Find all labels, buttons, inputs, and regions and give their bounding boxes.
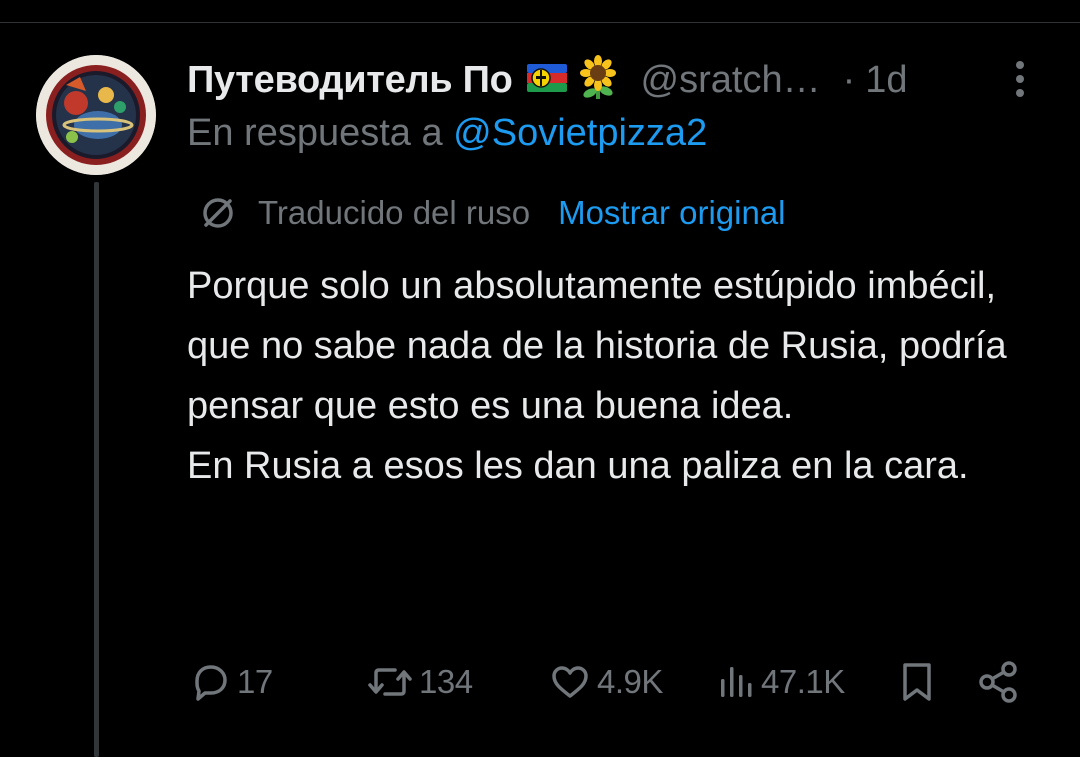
views-count: 47.1K	[761, 663, 845, 700]
reply-bubble-icon	[195, 665, 227, 701]
reply-button[interactable]: 17	[187, 654, 273, 710]
top-divider	[0, 22, 1080, 23]
heart-icon	[552, 666, 588, 698]
tweet-header: Путеводитель По @sratch… · 1d	[187, 52, 908, 108]
translate-globe-icon	[203, 198, 233, 228]
bookmark-button[interactable]	[899, 654, 935, 710]
tweet-body: Porque solo un absolutamente estúpido im…	[187, 256, 1037, 496]
translated-from-label: Traducido del ruso	[258, 194, 531, 231]
reply-prefix: En respuesta a	[187, 112, 443, 154]
repost-button[interactable]: 134	[365, 654, 473, 710]
like-count: 4.9K	[597, 663, 663, 700]
reply-mention-link[interactable]: @Sovietpizza2	[453, 112, 707, 154]
tweet-text-paragraph: En Rusia a esos les dan una paliza en la…	[187, 445, 969, 487]
tweet-text-paragraph: Porque solo un absolutamente estúpido im…	[187, 265, 1007, 427]
views-button[interactable]: 47.1K	[717, 654, 845, 710]
translation-bar: Traducido del ruso Mostrar original	[200, 190, 786, 236]
user-handle[interactable]: @sratch…	[641, 59, 821, 102]
repost-arrows-icon	[368, 668, 412, 696]
reply-count: 17	[237, 663, 273, 700]
more-options-button[interactable]	[1008, 60, 1032, 98]
like-button[interactable]: 4.9K	[547, 654, 663, 710]
reply-context: En respuesta a @Sovietpizza2	[187, 112, 707, 155]
share-nodes-icon	[979, 661, 1017, 703]
avatar-patch-image	[36, 55, 156, 175]
sunflower-icon	[577, 54, 619, 106]
avatar[interactable]	[36, 55, 156, 175]
new-caledonia-flag-icon	[525, 60, 569, 101]
thread-connector-line	[94, 182, 99, 757]
timestamp[interactable]: 1d	[865, 59, 907, 102]
show-original-link[interactable]: Mostrar original	[558, 194, 785, 232]
share-button[interactable]	[977, 654, 1021, 710]
display-name[interactable]: Путеводитель По	[187, 59, 513, 102]
more-vertical-icon	[1016, 61, 1024, 97]
time-separator: ·	[842, 58, 856, 101]
repost-count: 134	[419, 663, 473, 700]
action-bar: 17 134 4.9K 47.1K	[187, 654, 1027, 710]
bookmark-icon	[903, 663, 931, 701]
analytics-bars-icon	[721, 667, 752, 697]
